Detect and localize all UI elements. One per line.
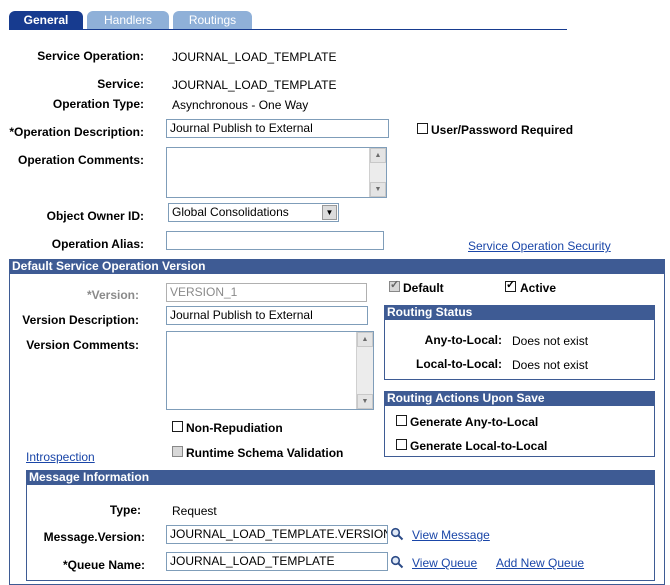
message-version-field[interactable]: JOURNAL_LOAD_TEMPLATE.VERSION_1 [166,525,388,544]
message-type-value: Request [172,504,217,518]
object-owner-select[interactable]: Global Consolidations ▼ [168,203,339,222]
active-checkbox[interactable]: ✓ [505,279,516,292]
version-description-field[interactable]: Journal Publish to External [166,306,368,325]
active-label: Active [520,281,557,295]
view-message-link[interactable]: View Message [412,528,490,542]
introspection-link[interactable]: Introspection [26,450,95,464]
version-comments-scrollbar[interactable]: ▲ ▼ [356,332,373,409]
service-operation-security-link[interactable]: Service Operation Security [468,239,611,253]
non-repudiation-label: Non-Repudiation [186,421,283,435]
tab-general[interactable]: General [9,11,83,29]
routing-status-header: Routing Status [384,305,655,320]
message-type-label: Type: [109,503,141,517]
object-owner-label: Object Owner ID: [46,209,144,223]
version-label: *Version: [86,288,139,302]
tab-handlers[interactable]: Handlers [87,11,169,29]
runtime-schema-checkbox [172,446,183,457]
version-comments-label: Version Comments: [26,338,139,352]
version-description-label: Version Description: [22,313,139,327]
version-field: VERSION_1 [166,283,367,302]
checkmark-icon: ✓ [390,279,400,291]
user-password-checkbox[interactable] [417,123,428,134]
view-queue-link[interactable]: View Queue [412,556,477,570]
generate-local-to-local-label: Generate Local-to-Local [410,439,548,453]
queue-name-label: *Queue Name: [62,558,145,572]
default-label: Default [403,281,444,295]
operation-alias-field[interactable] [166,231,384,250]
runtime-schema-label: Runtime Schema Validation [186,446,344,460]
non-repudiation-checkbox[interactable] [172,421,183,432]
add-new-queue-link[interactable]: Add New Queue [496,556,584,570]
generate-any-to-local-checkbox[interactable] [396,415,407,426]
magnifier-icon[interactable] [390,527,404,541]
operation-alias-label: Operation Alias: [51,237,144,251]
operation-type-label: Operation Type: [52,97,144,111]
operation-comments-scrollbar[interactable]: ▲ ▼ [369,148,386,197]
version-comments-textarea[interactable]: ▲ ▼ [166,331,374,410]
message-info-header: Message Information [26,470,655,485]
service-operation-value: JOURNAL_LOAD_TEMPLATE [172,50,337,64]
operation-description-label: *Operation Description: [9,125,144,139]
default-checkbox: ✓ [389,279,400,292]
user-password-label: User/Password Required [431,123,574,137]
checkmark-icon: ✓ [506,279,516,291]
any-to-local-label: Any-to-Local: [424,333,502,347]
scroll-down-arrow-icon[interactable]: ▼ [370,182,386,197]
tab-underline [9,29,567,30]
local-to-local-value: Does not exist [512,358,589,372]
local-to-local-label: Local-to-Local: [416,357,502,371]
operation-comments-textarea[interactable]: ▲ ▼ [166,147,387,198]
any-to-local-value: Does not exist [512,334,589,348]
operation-comments-label: Operation Comments: [17,153,144,167]
service-operation-label: Service Operation: [37,49,144,63]
scroll-up-arrow-icon[interactable]: ▲ [357,332,373,347]
object-owner-value: Global Consolidations [172,205,289,219]
tab-routings[interactable]: Routings [173,11,252,29]
operation-description-field[interactable]: Journal Publish to External [166,119,389,138]
queue-name-field[interactable]: JOURNAL_LOAD_TEMPLATE [166,552,388,571]
scroll-down-arrow-icon[interactable]: ▼ [357,394,373,409]
operation-type-value: Asynchronous - One Way [172,98,309,112]
scroll-up-arrow-icon[interactable]: ▲ [370,148,386,163]
service-label: Service: [97,77,144,91]
generate-local-to-local-checkbox[interactable] [396,439,407,450]
version-group-header: Default Service Operation Version [9,259,665,274]
service-value: JOURNAL_LOAD_TEMPLATE [172,78,337,92]
magnifier-icon[interactable] [390,555,404,569]
chevron-down-icon[interactable]: ▼ [322,205,337,220]
routing-actions-header: Routing Actions Upon Save [384,391,655,406]
message-version-label: Message.Version: [43,530,145,544]
generate-any-to-local-label: Generate Any-to-Local [410,415,539,429]
